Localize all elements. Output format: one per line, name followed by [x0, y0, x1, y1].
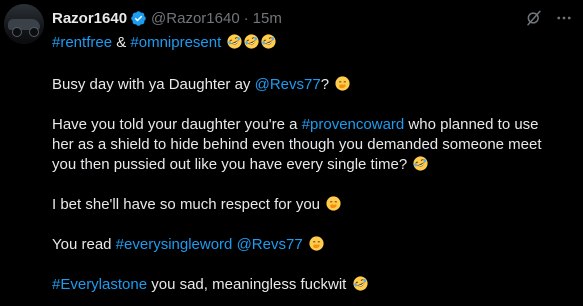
tweet-text-fragment: her as a shield to hide behind even thou…	[52, 136, 542, 153]
tweet-text-fragment: I bet she'll have so much respect for yo…	[52, 196, 325, 213]
tweet-text-fragment: you sad, meaningless fuckwit	[147, 276, 351, 293]
tweet-text-fragment: Busy day with ya Daughter ay	[52, 76, 255, 93]
tweet-text-fragment: you then pussied out like you have every…	[52, 156, 412, 173]
more-icon[interactable]	[555, 9, 573, 27]
rofl-emoji-icon	[227, 34, 243, 49]
mention-link[interactable]: @Revs77	[237, 236, 303, 253]
tweet-text-line: #rentfree & #omnipresent	[52, 33, 277, 53]
separator-dot: ·	[243, 9, 249, 27]
hand-over-mouth-emoji-icon	[335, 76, 350, 91]
tweet-text-line: Busy day with ya Daughter ay @Revs77?	[52, 75, 350, 95]
tweet-text-line: You read #everysingleword @Revs77	[52, 235, 324, 255]
rofl-emoji-icon	[261, 34, 277, 49]
tweet-text-line: #Everylastone you sad, meaningless fuckw…	[52, 275, 368, 295]
grok-icon[interactable]	[525, 9, 543, 27]
hashtag-link[interactable]: #omnipresent	[130, 34, 221, 51]
rofl-emoji-icon	[352, 276, 368, 291]
hashtag-link[interactable]: #everysingleword	[116, 236, 233, 253]
avatar-wheel	[12, 27, 22, 37]
tweet-text-fragment: who planned to use	[404, 116, 539, 133]
tweet-header: Razor1640 @Razor1640 · 15m	[52, 8, 282, 28]
tweet-text-fragment	[303, 236, 307, 253]
tweet[interactable]: Razor1640 @Razor1640 · 15m #rentfree & #…	[0, 0, 583, 306]
hand-over-mouth-emoji-icon	[326, 196, 341, 211]
tweet-text-fragment: &	[112, 34, 131, 51]
hashtag-link[interactable]: #Everylastone	[52, 276, 147, 293]
hashtag-link[interactable]: #rentfree	[52, 34, 112, 51]
tweet-text-line: Have you told your daughter you're a #pr…	[52, 115, 539, 135]
mention-link[interactable]: @Revs77	[255, 76, 321, 93]
timestamp[interactable]: 15m	[253, 10, 282, 27]
display-name[interactable]: Razor1640	[52, 10, 127, 27]
tweet-text-line: you then pussied out like you have every…	[52, 155, 428, 175]
verified-badge-icon	[131, 10, 146, 26]
tweet-text-fragment: Have you told your daughter you're a	[52, 116, 302, 133]
avatar-wheel	[29, 27, 39, 37]
hand-over-mouth-emoji-icon	[309, 236, 324, 251]
tweet-text-fragment: You read	[52, 236, 116, 253]
rofl-emoji-icon	[413, 156, 428, 171]
tweet-text-fragment: ?	[320, 76, 334, 93]
rofl-emoji-icon	[244, 34, 260, 49]
tweet-text-line: I bet she'll have so much respect for yo…	[52, 195, 341, 215]
tweet-text-line: her as a shield to hide behind even thou…	[52, 135, 542, 155]
handle[interactable]: @Razor1640	[151, 10, 240, 27]
avatar[interactable]	[4, 4, 44, 44]
hashtag-link[interactable]: #provencoward	[302, 116, 405, 133]
